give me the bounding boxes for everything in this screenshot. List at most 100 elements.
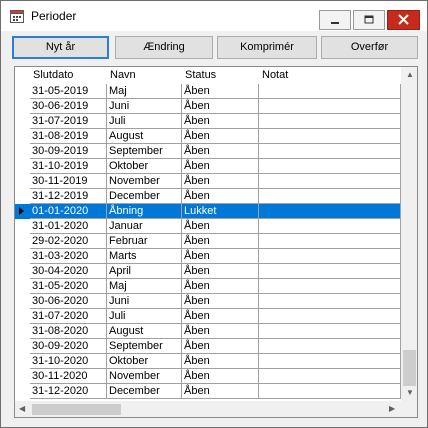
table-row[interactable]: 31-10-2019 Oktober Åben bbox=[15, 159, 401, 174]
note-cell[interactable] bbox=[259, 234, 401, 249]
table-row[interactable]: 30-04-2020 April Åben bbox=[15, 264, 401, 279]
row-indicator[interactable] bbox=[15, 309, 30, 324]
row-indicator[interactable] bbox=[15, 279, 30, 294]
row-indicator[interactable] bbox=[15, 324, 30, 339]
table-row[interactable]: 31-07-2019 Juli Åben bbox=[15, 114, 401, 129]
table-row[interactable]: 31-05-2019 Maj Åben bbox=[15, 84, 401, 99]
note-cell[interactable] bbox=[259, 144, 401, 159]
row-indicator[interactable] bbox=[15, 384, 30, 399]
table-row[interactable]: 30-11-2020 November Åben bbox=[15, 369, 401, 384]
new-year-button[interactable]: Nyt år bbox=[12, 36, 109, 59]
status-cell[interactable]: Åben bbox=[182, 84, 259, 99]
status-cell[interactable]: Åben bbox=[182, 324, 259, 339]
table-row[interactable]: 31-08-2020 August Åben bbox=[15, 324, 401, 339]
date-cell[interactable]: 30-06-2019 bbox=[30, 99, 107, 114]
status-cell[interactable]: Åben bbox=[182, 114, 259, 129]
scroll-down-arrow-icon[interactable]: ▼ bbox=[406, 389, 414, 397]
name-cell[interactable]: Juni bbox=[107, 294, 182, 309]
name-cell[interactable]: Juni bbox=[107, 99, 182, 114]
status-cell[interactable]: Åben bbox=[182, 99, 259, 114]
status-cell[interactable]: Åben bbox=[182, 339, 259, 354]
row-indicator[interactable] bbox=[15, 144, 30, 159]
date-cell[interactable]: 31-08-2020 bbox=[30, 324, 107, 339]
column-header-name[interactable]: Navn bbox=[107, 67, 182, 84]
name-cell[interactable]: December bbox=[107, 189, 182, 204]
date-cell[interactable]: 01-01-2020 bbox=[30, 204, 107, 219]
row-indicator[interactable] bbox=[15, 174, 30, 189]
date-cell[interactable]: 30-11-2019 bbox=[30, 174, 107, 189]
row-indicator[interactable] bbox=[15, 84, 30, 99]
status-cell[interactable]: Åben bbox=[182, 234, 259, 249]
note-cell[interactable] bbox=[259, 84, 401, 99]
title-bar[interactable]: Perioder bbox=[1, 1, 427, 31]
horizontal-scrollbar[interactable]: ◀ ▶ bbox=[15, 401, 401, 417]
name-cell[interactable]: Marts bbox=[107, 249, 182, 264]
date-cell[interactable]: 31-12-2019 bbox=[30, 189, 107, 204]
note-cell[interactable] bbox=[259, 324, 401, 339]
compress-button[interactable]: Komprimér bbox=[217, 36, 317, 59]
column-header-note[interactable]: Notat bbox=[259, 67, 401, 84]
note-cell[interactable] bbox=[259, 369, 401, 384]
date-cell[interactable]: 31-03-2020 bbox=[30, 249, 107, 264]
status-cell[interactable]: Åben bbox=[182, 294, 259, 309]
note-cell[interactable] bbox=[259, 159, 401, 174]
date-cell[interactable]: 29-02-2020 bbox=[30, 234, 107, 249]
date-cell[interactable]: 30-11-2020 bbox=[30, 369, 107, 384]
date-cell[interactable]: 30-04-2020 bbox=[30, 264, 107, 279]
table-row[interactable]: 31-07-2020 Juli Åben bbox=[15, 309, 401, 324]
note-cell[interactable] bbox=[259, 204, 401, 219]
name-cell[interactable]: August bbox=[107, 324, 182, 339]
vertical-scroll-thumb[interactable] bbox=[403, 350, 416, 386]
name-cell[interactable]: Oktober bbox=[107, 159, 182, 174]
name-cell[interactable]: September bbox=[107, 144, 182, 159]
date-cell[interactable]: 31-10-2020 bbox=[30, 354, 107, 369]
status-cell[interactable]: Åben bbox=[182, 174, 259, 189]
status-cell[interactable]: Åben bbox=[182, 369, 259, 384]
row-indicator[interactable] bbox=[15, 234, 30, 249]
note-cell[interactable] bbox=[259, 294, 401, 309]
name-cell[interactable]: August bbox=[107, 129, 182, 144]
row-indicator[interactable] bbox=[15, 129, 30, 144]
vertical-scrollbar[interactable]: ▲ ▼ bbox=[401, 67, 417, 401]
note-cell[interactable] bbox=[259, 384, 401, 399]
status-cell[interactable]: Åben bbox=[182, 159, 259, 174]
table-row[interactable]: 30-06-2019 Juni Åben bbox=[15, 99, 401, 114]
table-row[interactable]: 30-09-2019 September Åben bbox=[15, 144, 401, 159]
note-cell[interactable] bbox=[259, 339, 401, 354]
change-button[interactable]: Ændring bbox=[115, 36, 213, 59]
table-row[interactable]: 31-12-2020 December Åben bbox=[15, 384, 401, 399]
row-indicator[interactable] bbox=[15, 294, 30, 309]
name-cell[interactable]: Januar bbox=[107, 219, 182, 234]
note-cell[interactable] bbox=[259, 174, 401, 189]
note-cell[interactable] bbox=[259, 114, 401, 129]
column-header-status[interactable]: Status bbox=[182, 67, 259, 84]
row-indicator[interactable] bbox=[15, 354, 30, 369]
table-row[interactable]: 30-09-2020 September Åben bbox=[15, 339, 401, 354]
status-cell[interactable]: Lukket bbox=[182, 204, 259, 219]
table-row[interactable]: 30-11-2019 November Åben bbox=[15, 174, 401, 189]
close-button[interactable] bbox=[387, 10, 420, 30]
note-cell[interactable] bbox=[259, 219, 401, 234]
table-row[interactable]: 29-02-2020 Februar Åben bbox=[15, 234, 401, 249]
name-cell[interactable]: Juli bbox=[107, 114, 182, 129]
note-cell[interactable] bbox=[259, 264, 401, 279]
status-cell[interactable]: Åben bbox=[182, 279, 259, 294]
scroll-right-arrow-icon[interactable]: ▶ bbox=[389, 405, 395, 413]
row-indicator[interactable] bbox=[15, 264, 30, 279]
row-indicator[interactable] bbox=[15, 219, 30, 234]
date-cell[interactable]: 31-05-2020 bbox=[30, 279, 107, 294]
row-indicator[interactable] bbox=[15, 189, 30, 204]
row-indicator[interactable] bbox=[15, 339, 30, 354]
row-indicator[interactable] bbox=[15, 159, 30, 174]
name-cell[interactable]: December bbox=[107, 384, 182, 399]
row-indicator[interactable] bbox=[15, 99, 30, 114]
name-cell[interactable]: Juli bbox=[107, 309, 182, 324]
date-cell[interactable]: 30-09-2019 bbox=[30, 144, 107, 159]
status-cell[interactable]: Åben bbox=[182, 384, 259, 399]
minimize-button[interactable] bbox=[319, 10, 351, 30]
row-indicator[interactable] bbox=[15, 369, 30, 384]
name-cell[interactable]: Maj bbox=[107, 84, 182, 99]
row-indicator[interactable] bbox=[15, 204, 30, 219]
note-cell[interactable] bbox=[259, 279, 401, 294]
status-cell[interactable]: Åben bbox=[182, 354, 259, 369]
